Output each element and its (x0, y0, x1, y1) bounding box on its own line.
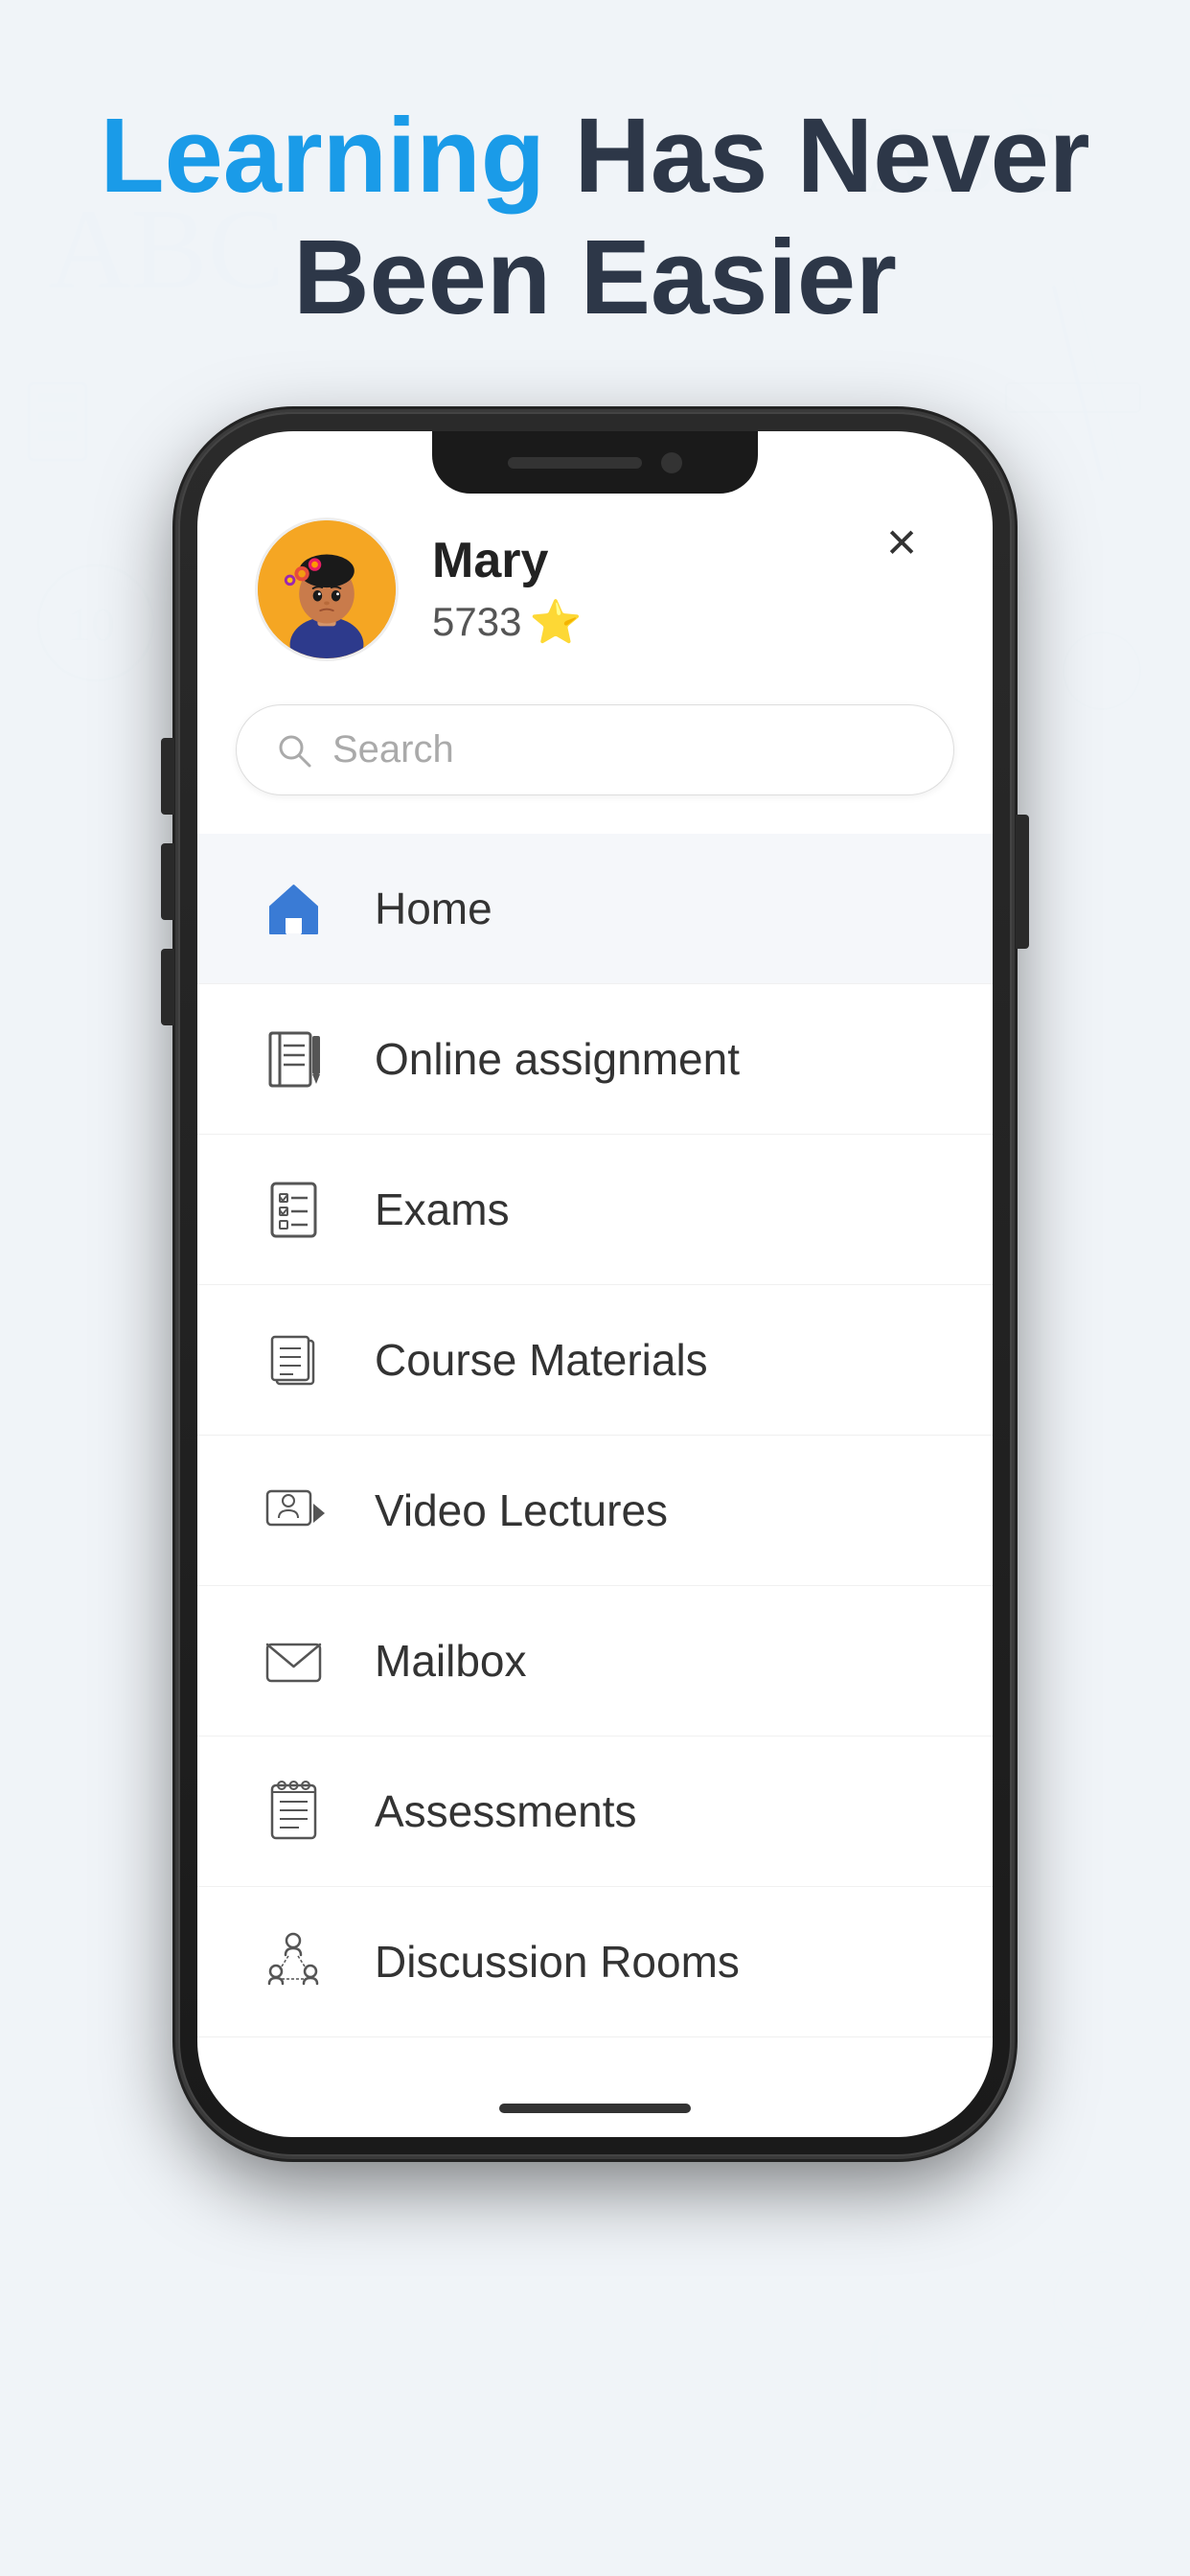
profile-stars: 5733 ⭐ (432, 597, 582, 647)
profile-name: Mary (432, 532, 582, 589)
avatar (255, 518, 399, 661)
page-title: Learning Has Never Been Easier (0, 96, 1190, 338)
menu-item-video-lectures[interactable]: Video Lectures (197, 1436, 993, 1586)
course-icon (255, 1322, 332, 1398)
menu-list: Home (197, 834, 993, 2080)
profile-section: Mary 5733 ⭐ (255, 518, 582, 661)
mail-icon (255, 1622, 332, 1699)
home-indicator (499, 2104, 691, 2113)
menu-item-online-assignment[interactable]: Online assignment (197, 984, 993, 1135)
svg-text:∫: ∫ (858, 2320, 891, 2420)
phone-outer: × (178, 412, 1012, 2156)
menu-label-assignment: Online assignment (375, 1033, 740, 1085)
menu-item-discussion[interactable]: Discussion Rooms (197, 1887, 993, 2037)
assignment-icon (255, 1021, 332, 1097)
menu-label-video: Video Lectures (375, 1484, 668, 1536)
close-icon: × (886, 516, 917, 568)
menu-item-mailbox[interactable]: Mailbox (197, 1586, 993, 1736)
notch-speaker (508, 457, 642, 469)
menu-label-course: Course Materials (375, 1334, 708, 1386)
menu-label-home: Home (375, 883, 492, 934)
menu-item-course-materials[interactable]: Course Materials (197, 1285, 993, 1436)
menu-item-home[interactable]: Home (197, 834, 993, 984)
menu-label-discussion: Discussion Rooms (375, 1936, 740, 1988)
menu-item-weekly-plan[interactable]: Weekly Plan (197, 2037, 993, 2080)
title-rest: Has Never (545, 97, 1090, 215)
home-icon (255, 870, 332, 947)
stars-count: 5733 (432, 599, 521, 645)
search-icon (275, 731, 313, 770)
menu-label-assessments: Assessments (375, 1785, 637, 1837)
search-container[interactable]: Search (236, 704, 954, 795)
assessments-icon (255, 1773, 332, 1850)
phone-inner: × (197, 431, 993, 2137)
title-line2: Been Easier (293, 218, 897, 336)
menu-label-exams: Exams (375, 1184, 510, 1235)
phone-mockup: × (178, 412, 1012, 2156)
notch-camera (661, 452, 682, 473)
star-icon: ⭐ (529, 597, 582, 647)
phone-notch (432, 431, 758, 494)
profile-info: Mary 5733 ⭐ (432, 532, 582, 647)
search-placeholder: Search (332, 728, 915, 771)
menu-item-exams[interactable]: Exams (197, 1135, 993, 1285)
menu-item-assessments[interactable]: Assessments (197, 1736, 993, 1887)
video-icon (255, 1472, 332, 1549)
title-learning: Learning (100, 97, 545, 215)
discussion-icon (255, 1923, 332, 2000)
exams-icon (255, 1171, 332, 1248)
header-section: Learning Has Never Been Easier (0, 96, 1190, 338)
search-bar[interactable]: Search (236, 704, 954, 795)
calendar-icon (255, 2074, 332, 2080)
svg-text:10: 10 (67, 597, 115, 651)
close-button[interactable]: × (868, 508, 935, 575)
menu-label-mailbox: Mailbox (375, 1635, 527, 1687)
